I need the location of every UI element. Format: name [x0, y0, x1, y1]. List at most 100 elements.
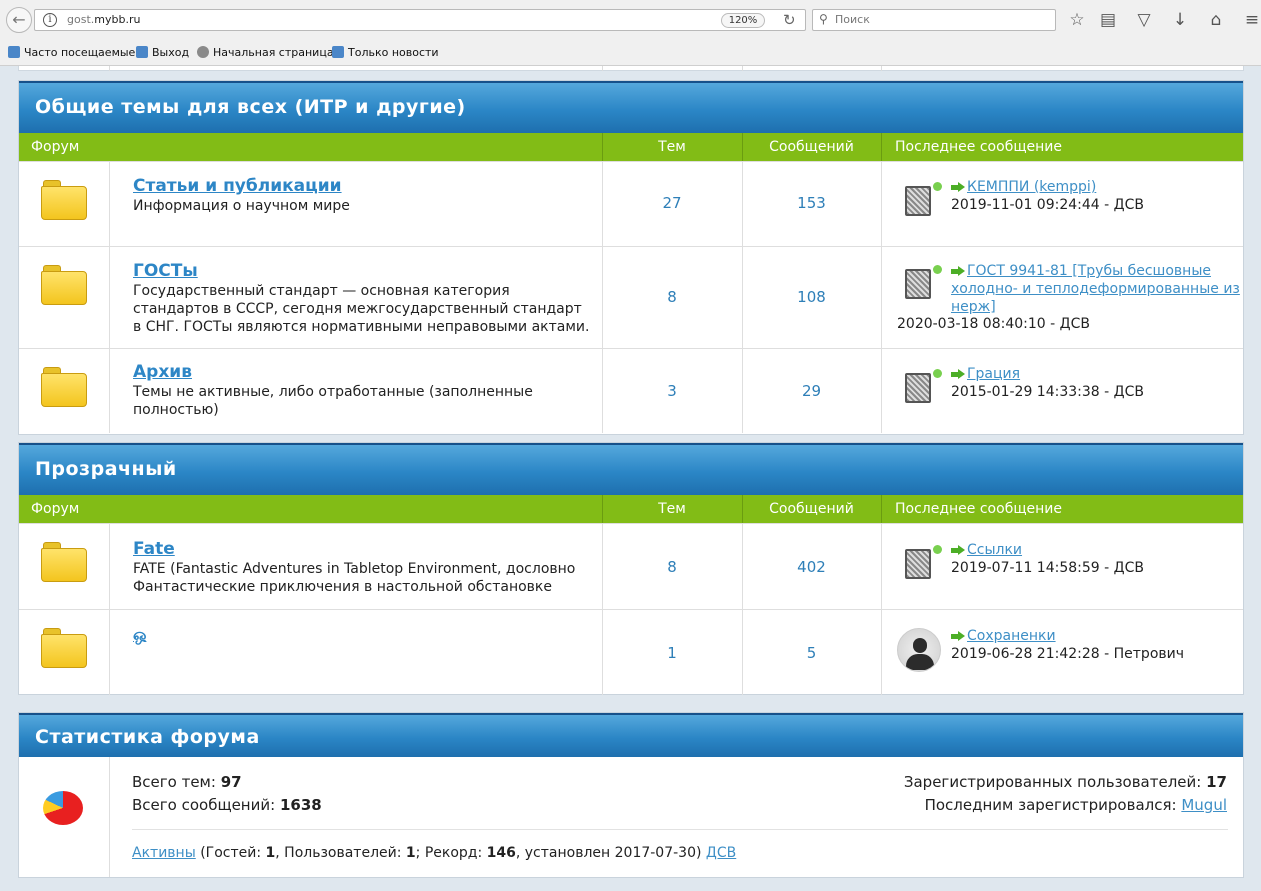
- total-topics: Всего тем: 97: [132, 773, 242, 791]
- bookmark-star-icon[interactable]: ☆: [1066, 10, 1088, 32]
- last-post-link[interactable]: Сохраненки: [967, 628, 1056, 644]
- topic-count: 1: [667, 644, 677, 662]
- bookmark-start-page[interactable]: Начальная страница: [197, 45, 334, 61]
- reading-list-icon[interactable]: ▤: [1097, 10, 1119, 32]
- folder-icon: [41, 265, 87, 305]
- info-icon[interactable]: i: [43, 13, 57, 27]
- col-topics: Тем: [658, 139, 686, 155]
- navigation-bar: ← i gost.mybb.ru 120% ↻ ⚲ Поиск ☆ ▤ ▽ ↓ …: [0, 4, 1261, 36]
- forum-description: Информация о научном мире: [133, 198, 350, 214]
- user-avatar-placeholder-icon[interactable]: [897, 628, 941, 672]
- stats-title: Статистика форума: [19, 713, 1243, 757]
- topic-count: 3: [667, 382, 677, 400]
- column-header: Форум Тем Сообщений Последнее сообщение: [19, 495, 1243, 523]
- category-title: Общие темы для всех (ИТР и другие): [19, 81, 1243, 133]
- forum-row: Архив Темы не активные, либо отработанны…: [19, 348, 1243, 433]
- post-count: 29: [801, 382, 822, 400]
- stats-divider: [132, 829, 1228, 830]
- reload-icon[interactable]: ↻: [783, 11, 796, 29]
- menu-icon[interactable]: ≡: [1241, 10, 1261, 32]
- last-registered-user-link[interactable]: Mugul: [1181, 796, 1227, 814]
- avatar[interactable]: [903, 265, 942, 299]
- topic-count: 27: [662, 194, 682, 212]
- bookmarks-toolbar: Часто посещаемые Выход Начальная страниц…: [0, 42, 1261, 64]
- last-post-link[interactable]: КЕМППИ (kemppi): [967, 179, 1096, 195]
- online-status-icon: [933, 369, 942, 378]
- topic-count: 8: [667, 288, 677, 306]
- forum-link[interactable]: ГОСТы: [133, 261, 198, 281]
- col-forum: Форум: [31, 501, 80, 517]
- forum-row: Fate FATE (Fantastic Adventures in Table…: [19, 523, 1243, 609]
- avatar[interactable]: [903, 182, 942, 216]
- pie-chart-icon: [43, 791, 83, 827]
- last-post-link[interactable]: ГОСТ 9941-81 [Трубы бесшовные холодно- и…: [951, 263, 1240, 315]
- globe-icon: [197, 46, 209, 58]
- browser-chrome: ← i gost.mybb.ru 120% ↻ ⚲ Поиск ☆ ▤ ▽ ↓ …: [0, 0, 1261, 66]
- avatar[interactable]: [903, 545, 942, 579]
- bookmark-most-visited[interactable]: Часто посещаемые: [8, 45, 135, 61]
- forum-link[interactable]: ஒ: [133, 625, 146, 646]
- url-text: gost.mybb.ru: [67, 13, 141, 26]
- active-users-link[interactable]: Активны: [132, 845, 196, 861]
- online-status-icon: [933, 545, 942, 554]
- col-posts: Сообщений: [769, 501, 854, 517]
- last-post: Сохраненки 2019-06-28 21:42:28 - Петрович: [951, 627, 1241, 663]
- online-status-icon: [933, 265, 942, 274]
- download-icon[interactable]: ↓: [1169, 10, 1191, 32]
- col-last-post: Последнее сообщение: [895, 139, 1062, 155]
- folder-icon: [41, 367, 87, 407]
- bookmark-news-only[interactable]: Только новости: [332, 45, 439, 61]
- search-bar[interactable]: ⚲ Поиск: [812, 9, 1056, 31]
- bookmark-icon: [136, 46, 148, 58]
- folder-icon: [41, 628, 87, 668]
- col-topics: Тем: [658, 501, 686, 517]
- active-users: Активны (Гостей: 1, Пользователей: 1; Ре…: [132, 845, 737, 861]
- forum-link[interactable]: Fate: [133, 539, 175, 559]
- category-title: Прозрачный: [19, 443, 1243, 495]
- forum-stats: Статистика форума Всего тем: 97 Всего со…: [18, 712, 1244, 878]
- url-bar[interactable]: i gost.mybb.ru 120% ↻: [34, 9, 806, 31]
- last-post-date: 2020-03-18 08:40:10 - ДСВ: [897, 316, 1090, 332]
- last-post-date: 2019-06-28 21:42:28 - Петрович: [951, 646, 1185, 662]
- forum-link[interactable]: Архив: [133, 362, 192, 382]
- bookmark-folder-icon: [8, 46, 20, 58]
- post-count: 5: [806, 644, 817, 662]
- home-icon[interactable]: ⌂: [1205, 10, 1227, 32]
- last-post-link[interactable]: Ссылки: [967, 542, 1022, 558]
- last-post: Грация 2015-01-29 14:33:38 - ДСВ: [951, 365, 1241, 401]
- pocket-icon[interactable]: ▽: [1133, 10, 1155, 32]
- forum-page: Общие темы для всех (ИТР и другие) Форум…: [0, 66, 1261, 891]
- previous-section-end: [18, 66, 1244, 71]
- bookmark-exit[interactable]: Выход: [136, 45, 189, 61]
- record-user-link[interactable]: ДСВ: [706, 845, 736, 861]
- go-arrow-icon: [951, 545, 965, 555]
- forum-description: Темы не активные, либо отработанные (зап…: [133, 384, 533, 418]
- topic-count: 8: [667, 558, 677, 576]
- avatar[interactable]: [903, 369, 942, 403]
- col-last-post: Последнее сообщение: [895, 501, 1062, 517]
- forum-row: ГОСТы Государственный стандарт — основна…: [19, 246, 1243, 348]
- last-post: ГОСТ 9941-81 [Трубы бесшовные холодно- и…: [951, 262, 1241, 316]
- last-registered: Последним зарегистрировался: Mugul: [924, 796, 1227, 814]
- total-posts: Всего сообщений: 1638: [132, 796, 322, 814]
- back-arrow-icon[interactable]: ←: [6, 7, 32, 33]
- last-post-date: 2015-01-29 14:33:38 - ДСВ: [951, 384, 1144, 400]
- last-post-date: 2019-07-11 14:58:59 - ДСВ: [951, 560, 1144, 576]
- column-header: Форум Тем Сообщений Последнее сообщение: [19, 133, 1243, 161]
- last-post-link[interactable]: Грация: [967, 366, 1020, 382]
- last-post-date: 2019-11-01 09:24:44 - ДСВ: [951, 197, 1144, 213]
- last-post: Ссылки 2019-07-11 14:58:59 - ДСВ: [951, 541, 1241, 577]
- forum-row: Статьи и публикации Информация о научном…: [19, 161, 1243, 246]
- zoom-level-badge[interactable]: 120%: [721, 13, 765, 28]
- post-count: 108: [797, 288, 826, 306]
- last-post: КЕМППИ (kemppi) 2019-11-01 09:24:44 - ДСВ: [951, 178, 1241, 214]
- col-forum: Форум: [31, 139, 80, 155]
- folder-icon: [41, 180, 87, 220]
- forum-description: FATE (Fantastic Adventures in Tabletop E…: [133, 561, 576, 595]
- search-placeholder: Поиск: [835, 13, 870, 26]
- registered-users: Зарегистрированных пользователей: 17: [903, 773, 1227, 791]
- forum-link[interactable]: Статьи и публикации: [133, 176, 342, 196]
- go-arrow-icon: [951, 631, 965, 641]
- search-icon: ⚲: [819, 12, 828, 26]
- online-status-icon: [933, 182, 942, 191]
